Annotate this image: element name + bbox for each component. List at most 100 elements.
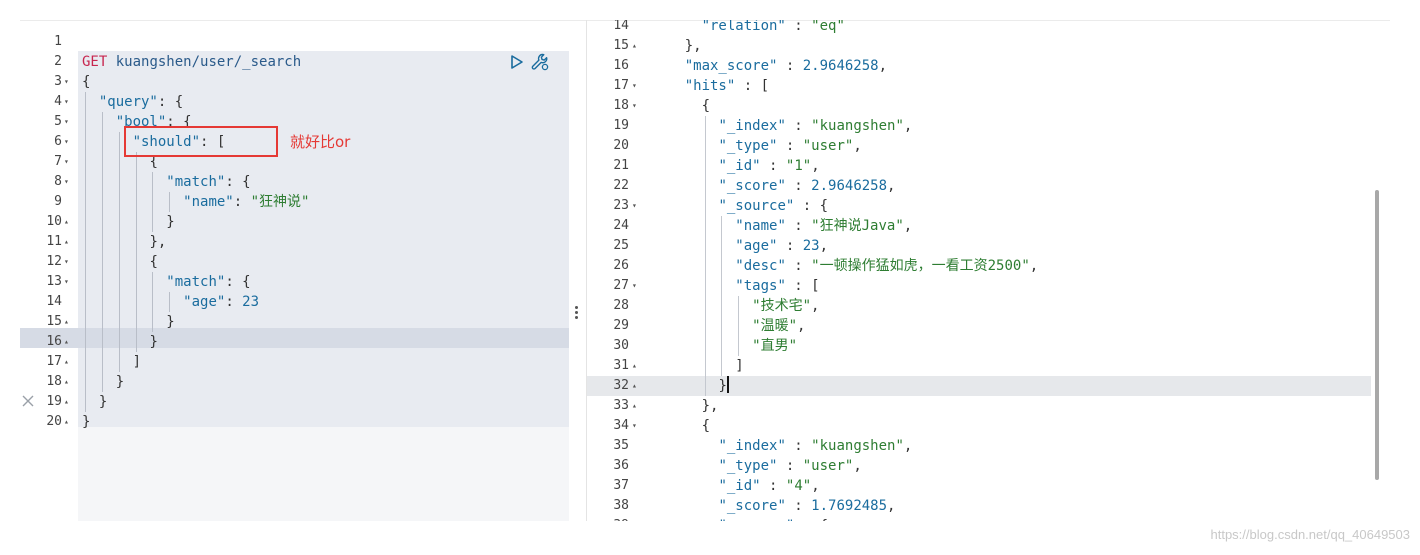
response-line[interactable]: 23 ▾ "_source" : { — [587, 196, 1136, 216]
fold-collapse-icon[interactable]: ▾ — [64, 92, 76, 112]
drag-handle-icon[interactable] — [575, 306, 578, 321]
token-key: "query" — [98, 94, 158, 110]
request-line[interactable]: 2 GET kuangshen/user/_search — [20, 52, 569, 72]
request-line[interactable]: 4 ▾ "query": { — [20, 92, 569, 112]
token-num: 2.9646258 — [811, 178, 888, 194]
token-str: "user" — [802, 458, 854, 474]
request-editor[interactable]: 1 2 GET kuangshen/user/_search 3 ▾{4 ▾ "query"… — [20, 30, 569, 521]
response-line[interactable]: 34 ▾ { — [587, 416, 1136, 436]
request-line[interactable]: 8 ▾ "match": { — [20, 172, 569, 192]
request-line[interactable]: 1 — [20, 32, 569, 52]
fold-expand-icon[interactable]: ▴ — [64, 312, 76, 332]
response-line[interactable]: 15 ▴}, — [587, 36, 1136, 56]
fold-collapse-icon[interactable]: ▾ — [64, 152, 76, 172]
fold-collapse-icon[interactable]: ▾ — [64, 252, 76, 272]
line-number: 39 — [587, 516, 629, 521]
request-line[interactable]: 10 ▴} — [20, 212, 569, 232]
code-text: "_score" : 2.9646258, — [718, 176, 895, 196]
code-text: "name" : "狂神说Java", — [735, 216, 912, 236]
code-text: } — [166, 212, 174, 232]
fold-expand-icon[interactable]: ▴ — [632, 396, 644, 416]
fold-collapse-icon[interactable]: ▾ — [632, 516, 644, 521]
line-number: 16 — [613, 58, 629, 73]
response-line[interactable]: 33 ▴}, — [587, 396, 1136, 416]
wrench-icon[interactable] — [530, 52, 550, 72]
close-icon[interactable] — [21, 393, 35, 407]
response-line[interactable]: 30 "直男" — [587, 336, 1136, 356]
fold-expand-icon[interactable]: ▴ — [64, 352, 76, 372]
request-line[interactable]: 14 "age": 23 — [20, 292, 569, 312]
token-key: "age" — [735, 238, 778, 254]
request-line[interactable]: 3 ▾ { — [20, 72, 569, 92]
request-line[interactable]: 9 "name": "狂神说" — [20, 192, 569, 212]
request-line[interactable]: 19 ▴} — [20, 392, 569, 412]
response-line[interactable]: 36 "_type" : "user", — [587, 456, 1136, 476]
token-key: "_index" — [718, 118, 786, 134]
request-line[interactable]: 11 ▴}, — [20, 232, 569, 252]
fold-collapse-icon[interactable]: ▾ — [64, 72, 76, 92]
fold-collapse-icon[interactable]: ▾ — [632, 196, 644, 216]
response-line[interactable]: 28 "技术宅", — [587, 296, 1136, 316]
token-punc: : — [777, 138, 803, 154]
response-line[interactable]: 17 ▾ "hits" : [ — [587, 76, 1136, 96]
response-scrollbar[interactable] — [1375, 190, 1379, 480]
token-punc: , — [887, 498, 896, 514]
response-line[interactable]: 37 "_id" : "4", — [587, 476, 1136, 496]
fold-collapse-icon[interactable]: ▾ — [64, 132, 76, 152]
request-line[interactable]: 12 ▾ { — [20, 252, 569, 272]
fold-expand-icon[interactable]: ▴ — [64, 412, 76, 432]
response-line[interactable]: 29 "温暖", — [587, 316, 1136, 336]
fold-collapse-icon[interactable]: ▾ — [632, 76, 644, 96]
request-line[interactable]: 18 ▴} — [20, 372, 569, 392]
response-line[interactable]: 25 "age" : 23, — [587, 236, 1136, 256]
fold-expand-icon[interactable]: ▴ — [64, 372, 76, 392]
line-number: 26 — [613, 258, 629, 273]
response-line[interactable]: 38 "_score" : 1.7692485, — [587, 496, 1136, 516]
fold-collapse-icon[interactable]: ▾ — [64, 172, 76, 192]
fold-expand-icon[interactable]: ▴ — [64, 392, 76, 412]
response-line[interactable]: 32 ▴} — [587, 376, 1136, 396]
fold-expand-icon[interactable]: ▴ — [64, 212, 76, 232]
response-line[interactable]: 31 ▴] — [587, 356, 1136, 376]
response-line[interactable]: 16 "max_score" : 2.9646258, — [587, 56, 1136, 76]
fold-collapse-icon[interactable]: ▾ — [64, 272, 76, 292]
request-line[interactable]: 15 ▴} — [20, 312, 569, 332]
play-icon[interactable] — [510, 54, 524, 70]
request-line[interactable]: 13 ▾ "match": { — [20, 272, 569, 292]
fold-collapse-icon[interactable]: ▾ — [632, 96, 644, 116]
response-line[interactable]: 24 "name" : "狂神说Java", — [587, 216, 1136, 236]
fold-collapse-icon[interactable]: ▾ — [64, 112, 76, 132]
response-line[interactable]: 18 ▾ { — [587, 96, 1136, 116]
request-actions — [510, 52, 550, 72]
code-text: "_id" : "1", — [718, 156, 819, 176]
response-line[interactable]: 19 "_index" : "kuangshen", — [587, 116, 1136, 136]
request-line[interactable]: 5 ▾ "bool": { — [20, 112, 569, 132]
response-line[interactable]: 26 "desc" : "一顿操作猛如虎，一看工资2500", — [587, 256, 1136, 276]
response-line[interactable]: 35 "_index" : "kuangshen", — [587, 436, 1136, 456]
request-line[interactable]: 7 ▾{ — [20, 152, 569, 172]
response-line[interactable]: 14 "relation" : "eq" — [587, 20, 1136, 36]
response-line[interactable]: 27 ▾ "tags" : [ — [587, 276, 1136, 296]
request-line[interactable]: 16 ▴} — [20, 332, 569, 352]
fold-expand-icon[interactable]: ▴ — [632, 356, 644, 376]
token-punc: , — [887, 178, 896, 194]
response-viewer[interactable]: 14 "relation" : "eq" 15 ▴}, 16 "max_score" : … — [586, 20, 1391, 521]
fold-expand-icon[interactable]: ▴ — [632, 36, 644, 56]
request-line[interactable]: 17 ▴] — [20, 352, 569, 372]
fold-collapse-icon[interactable]: ▾ — [632, 416, 644, 436]
fold-collapse-icon[interactable]: ▾ — [632, 276, 644, 296]
request-line[interactable]: 20 ▴} — [20, 412, 569, 432]
token-key: "_type" — [718, 458, 778, 474]
response-line[interactable]: 39▾ "_source" : { — [587, 516, 1136, 521]
fold-expand-icon[interactable]: ▴ — [632, 376, 644, 396]
pane-splitter[interactable] — [569, 30, 586, 521]
line-number: 6 — [54, 134, 62, 149]
line-number: 29 — [613, 318, 629, 333]
response-line[interactable]: 20 "_type" : "user", — [587, 136, 1136, 156]
fold-expand-icon[interactable]: ▴ — [64, 232, 76, 252]
code-text: } — [82, 412, 90, 432]
response-line[interactable]: 21 "_id" : "1", — [587, 156, 1136, 176]
token-key: "_id" — [718, 478, 761, 494]
fold-expand-icon[interactable]: ▴ — [64, 332, 76, 352]
response-line[interactable]: 22 "_score" : 2.9646258, — [587, 176, 1136, 196]
